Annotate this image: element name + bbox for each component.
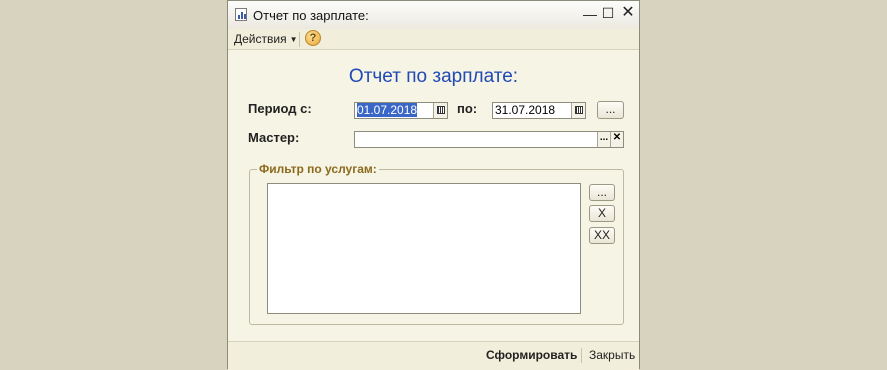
close-icon[interactable]: ✕ (621, 5, 635, 21)
period-to-field[interactable]: 31.07.2018 (492, 102, 586, 119)
title-bar[interactable]: Отчет по зарплате: — ☐ ✕ (228, 1, 639, 30)
calendar-icon[interactable] (433, 103, 447, 118)
footer-bar: Сформировать Закрыть (228, 341, 639, 370)
filter-group-label: Фильтр по услугам: (257, 162, 379, 176)
report-icon (235, 8, 247, 21)
master-select-button[interactable]: ... (597, 132, 610, 147)
generate-button[interactable]: Сформировать (486, 348, 577, 362)
period-from-field[interactable]: 01.07.2018 (354, 102, 448, 119)
period-to-label: по: (457, 101, 478, 116)
period-select-button[interactable]: ... (597, 101, 624, 119)
caret-down-icon: ▼ (289, 35, 298, 44)
toolbar: Действия ▼ ? (228, 29, 639, 50)
window-title: Отчет по зарплате: (253, 8, 369, 23)
maximize-icon[interactable]: ☐ (601, 6, 615, 20)
footer-divider (581, 348, 582, 363)
master-field[interactable]: ... ✕ (354, 131, 624, 148)
actions-menu[interactable]: Действия ▼ (234, 32, 298, 46)
filter-services-list[interactable] (267, 183, 581, 314)
period-from-value: 01.07.2018 (357, 103, 418, 117)
actions-label: Действия (234, 32, 287, 46)
add-filter-button[interactable]: ... (589, 184, 615, 201)
form-title: Отчет по зарплате: (348, 66, 519, 87)
toolbar-divider (299, 32, 300, 47)
period-to-value: 31.07.2018 (495, 103, 556, 117)
report-window: Отчет по зарплате: — ☐ ✕ Действия ▼ ? Отч… (227, 0, 640, 370)
calendar-icon[interactable] (571, 103, 585, 118)
remove-filter-button[interactable]: X (589, 205, 615, 222)
master-label: Мастер: (248, 130, 300, 145)
period-from-label: Период с: (248, 101, 312, 116)
minimize-icon[interactable]: — (583, 7, 597, 21)
clear-filters-button[interactable]: XX (589, 227, 615, 244)
close-button[interactable]: Закрыть (589, 348, 635, 362)
master-clear-icon[interactable]: ✕ (610, 132, 623, 147)
help-icon[interactable]: ? (305, 30, 321, 46)
